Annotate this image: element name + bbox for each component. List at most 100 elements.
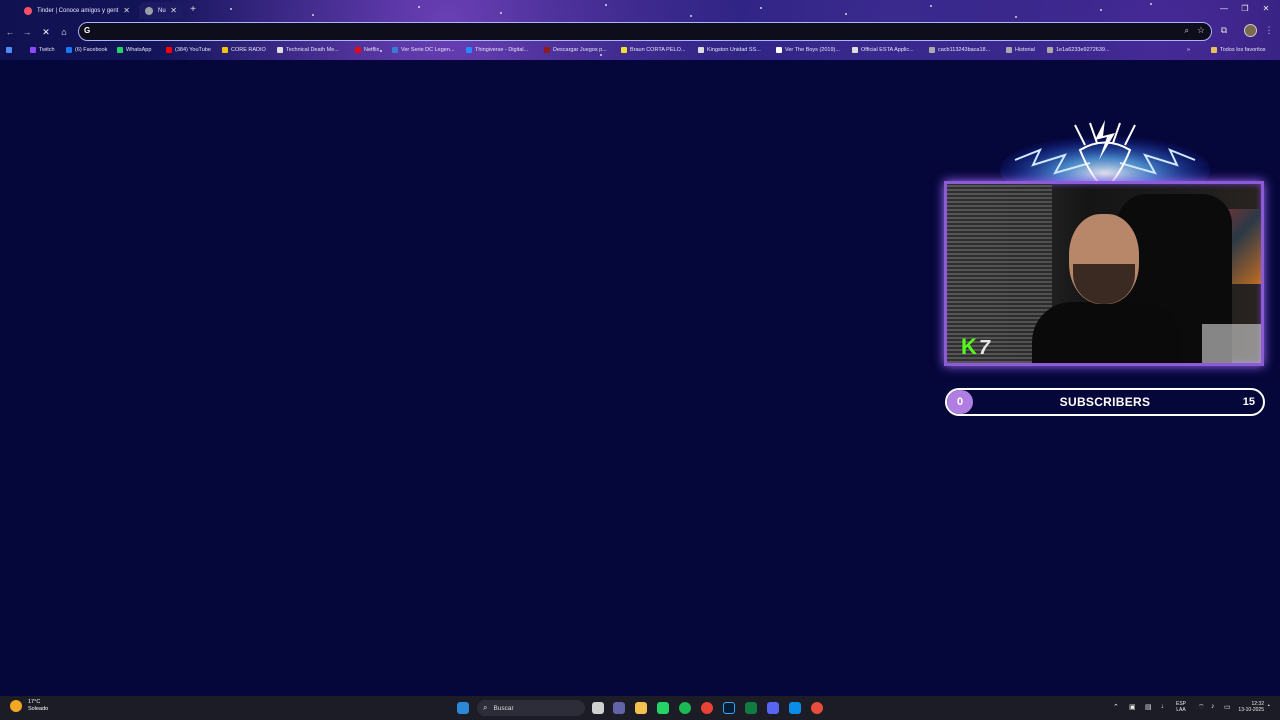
all-favorites-folder[interactable]: Todos los favoritos bbox=[1211, 44, 1266, 56]
volume-icon[interactable]: ♪ bbox=[1211, 703, 1215, 710]
battery-icon[interactable]: ▭ bbox=[1224, 703, 1231, 711]
bookmark-label: (384) YouTube bbox=[175, 47, 211, 53]
new-tab-button[interactable]: + bbox=[186, 3, 200, 17]
red-app-icon[interactable] bbox=[811, 702, 823, 714]
tray-app-icon[interactable]: ▣ bbox=[1129, 703, 1136, 711]
system-clock[interactable]: 12:32 13-10-2025 bbox=[1236, 701, 1264, 713]
bookmark-item[interactable]: Official ESTA Applic... bbox=[852, 44, 914, 56]
language-indicator[interactable]: ESP LAA bbox=[1176, 701, 1186, 713]
bookmark-label: cacb113243baca18... bbox=[938, 47, 991, 53]
bookmark-item[interactable]: Historial bbox=[1006, 44, 1035, 56]
bookmark-favicon-icon bbox=[355, 47, 361, 53]
tab-tinder[interactable]: Tinder | Conoce amigos y gent ✕ bbox=[18, 2, 136, 19]
bookmarks-bar: Twitch (6) Facebook WhatsApp (384) YouTube C… bbox=[0, 43, 1280, 57]
kick-badge: K7 bbox=[961, 334, 990, 360]
bookmark-item[interactable]: Braun CORTA PELO... bbox=[621, 44, 685, 56]
language-layout: LAA bbox=[1176, 707, 1186, 713]
search-icon[interactable]: ⌕ bbox=[1185, 26, 1189, 36]
address-bar[interactable]: G ⌕ ☆ bbox=[78, 22, 1212, 41]
teams-chat-icon[interactable] bbox=[613, 702, 625, 714]
browser-toolbar: ← → ✕ ⌂ G ⌕ ☆ ⧉ ⋮ bbox=[0, 21, 1280, 42]
bookmark-favicon-icon bbox=[1047, 47, 1053, 53]
webcam-feed: K7 bbox=[944, 181, 1264, 366]
whatsapp-icon[interactable] bbox=[657, 702, 669, 714]
bookmark-item[interactable]: (384) YouTube bbox=[166, 44, 211, 56]
minimize-icon[interactable]: — bbox=[1217, 4, 1231, 13]
wifi-icon[interactable]: ⌔ bbox=[1198, 703, 1205, 712]
more-bookmarks-icon[interactable]: » bbox=[1187, 44, 1190, 56]
back-icon[interactable]: ← bbox=[3, 25, 17, 39]
notification-bell-icon[interactable]: ◔ bbox=[1266, 703, 1270, 710]
bookmark-item[interactable]: Descargar Juegos p... bbox=[544, 44, 607, 56]
close-tab-icon[interactable]: ✕ bbox=[170, 6, 177, 15]
bookmark-label: Historial bbox=[1015, 47, 1035, 53]
bookmark-item[interactable]: Twitch bbox=[30, 44, 55, 56]
close-window-icon[interactable]: ✕ bbox=[1259, 4, 1273, 13]
bookmark-item[interactable]: (6) Facebook bbox=[66, 44, 107, 56]
bookmark-label: Netflix bbox=[364, 47, 380, 53]
tray-network-icon[interactable]: ▤ bbox=[1145, 703, 1152, 711]
extensions-icon[interactable]: ⧉ bbox=[1217, 25, 1231, 36]
bookmark-item[interactable]: 1e1a6233e9272639... bbox=[1047, 44, 1110, 56]
bookmark-item[interactable]: cacb113243baca18... bbox=[929, 44, 990, 56]
tab-new[interactable]: Nu ✕ bbox=[139, 2, 183, 19]
clock-date: 13-10-2025 bbox=[1238, 707, 1264, 713]
bookmark-item[interactable]: Technical Death Me... bbox=[277, 44, 339, 56]
weather-temp: 17°C bbox=[28, 699, 41, 705]
home-icon[interactable]: ⌂ bbox=[57, 25, 71, 39]
folder-icon bbox=[1211, 47, 1217, 53]
forward-icon[interactable]: → bbox=[20, 25, 34, 39]
bookmark-item[interactable]: Netflix bbox=[355, 44, 379, 56]
taskbar-search[interactable]: ⌕ Buscar bbox=[477, 700, 585, 716]
bookmark-label: (6) Facebook bbox=[75, 47, 108, 53]
excel-icon[interactable] bbox=[745, 702, 757, 714]
stop-loading-icon[interactable]: ✕ bbox=[39, 25, 53, 39]
loading-favicon-icon bbox=[145, 6, 153, 15]
bookmark-label: Kingston Unidad SS... bbox=[707, 47, 761, 53]
bookmark-item[interactable]: Ver The Boys (2019)... bbox=[776, 44, 840, 56]
bookmark-label: Descargar Juegos p... bbox=[553, 47, 607, 53]
weather-widget[interactable]: 17°C Soleado bbox=[10, 699, 48, 713]
bookmark-favicon-icon bbox=[852, 47, 858, 53]
bookmark-favicon-icon bbox=[166, 47, 172, 53]
bookmark-label: Twitch bbox=[39, 47, 55, 53]
discord-icon[interactable] bbox=[767, 702, 779, 714]
show-hidden-icons[interactable]: ⌃ bbox=[1113, 703, 1119, 711]
bookmark-favicon-icon bbox=[544, 47, 550, 53]
search-icon: ⌕ bbox=[483, 703, 488, 712]
restore-icon[interactable]: ❐ bbox=[1238, 4, 1252, 13]
bookmark-favicon-icon bbox=[466, 47, 472, 53]
google-icon: G bbox=[84, 26, 91, 35]
edge-icon[interactable] bbox=[789, 702, 801, 714]
subscriber-goal-bar: 0 SUBSCRIBERS 15 bbox=[945, 388, 1265, 416]
profile-avatar[interactable] bbox=[1244, 24, 1257, 37]
search-label: Buscar bbox=[493, 704, 514, 712]
bookmark-item[interactable]: Thingiverse - Digital... bbox=[466, 44, 528, 56]
file-explorer-icon[interactable] bbox=[635, 702, 647, 714]
bookmark-item[interactable]: Kingston Unidad SS... bbox=[698, 44, 761, 56]
bookmark-favicon-icon bbox=[621, 47, 627, 53]
all-favorites-label: Todos los favoritos bbox=[1220, 47, 1266, 53]
bookmark-favicon-icon bbox=[929, 47, 935, 53]
bookmark-star-icon[interactable]: ☆ bbox=[1197, 25, 1205, 36]
bookmark-label: Official ESTA Applic... bbox=[861, 47, 914, 53]
bookmark-label: Ver The Boys (2019)... bbox=[785, 47, 840, 53]
menu-icon[interactable]: ⋮ bbox=[1262, 25, 1276, 36]
subscriber-goal: 15 bbox=[1242, 396, 1255, 408]
close-tab-icon[interactable]: ✕ bbox=[123, 6, 130, 15]
bookmark-item[interactable]: Ver Serie DC Legen... bbox=[392, 44, 455, 56]
bookmark-item[interactable]: CORE RADIO bbox=[222, 44, 266, 56]
microphone-icon[interactable]: ♩ bbox=[1161, 703, 1168, 710]
task-view-icon[interactable] bbox=[592, 702, 604, 714]
bookmark-favicon-icon bbox=[277, 47, 283, 53]
apps-grid-icon[interactable] bbox=[6, 44, 15, 56]
bookmark-item[interactable]: WhatsApp bbox=[117, 44, 151, 56]
windows-start-icon[interactable] bbox=[457, 702, 469, 714]
spotify-icon[interactable] bbox=[679, 702, 691, 714]
photoshop-icon[interactable] bbox=[723, 702, 735, 714]
sun-icon bbox=[10, 700, 22, 712]
stream-overlay: K7 0 SUBSCRIBERS 15 bbox=[940, 115, 1270, 425]
chrome-icon[interactable] bbox=[701, 702, 713, 714]
address-input[interactable] bbox=[96, 25, 1156, 38]
kick-logo-icon: K bbox=[961, 334, 977, 359]
